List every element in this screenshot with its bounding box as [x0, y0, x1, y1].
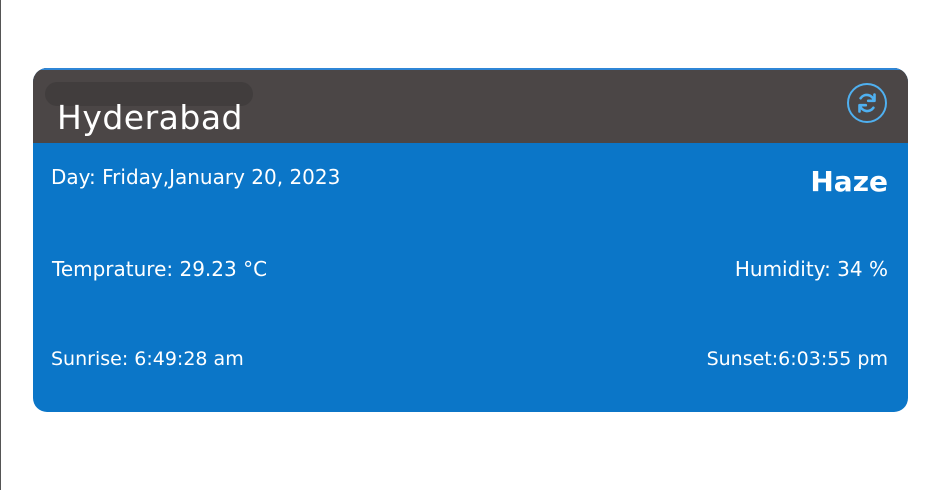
page-left-border [0, 0, 1, 490]
sunset-label: Sunset:6:03:55 pm [706, 348, 888, 370]
sunrise-label: Sunrise: 6:49:28 am [51, 348, 244, 370]
weather-card: Hyderabad Day: Friday,January 20, 2023 H… [33, 68, 908, 412]
card-header: Hyderabad [33, 68, 908, 143]
city-name: Hyderabad [57, 98, 243, 137]
temperature-label: Temprature: 29.23 °C [52, 257, 268, 281]
refresh-button[interactable] [847, 83, 887, 123]
humidity-label: Humidity: 34 % [734, 257, 888, 281]
day-label: Day: Friday,January 20, 2023 [51, 165, 341, 189]
refresh-icon [858, 93, 876, 113]
weather-condition: Haze [810, 165, 888, 198]
